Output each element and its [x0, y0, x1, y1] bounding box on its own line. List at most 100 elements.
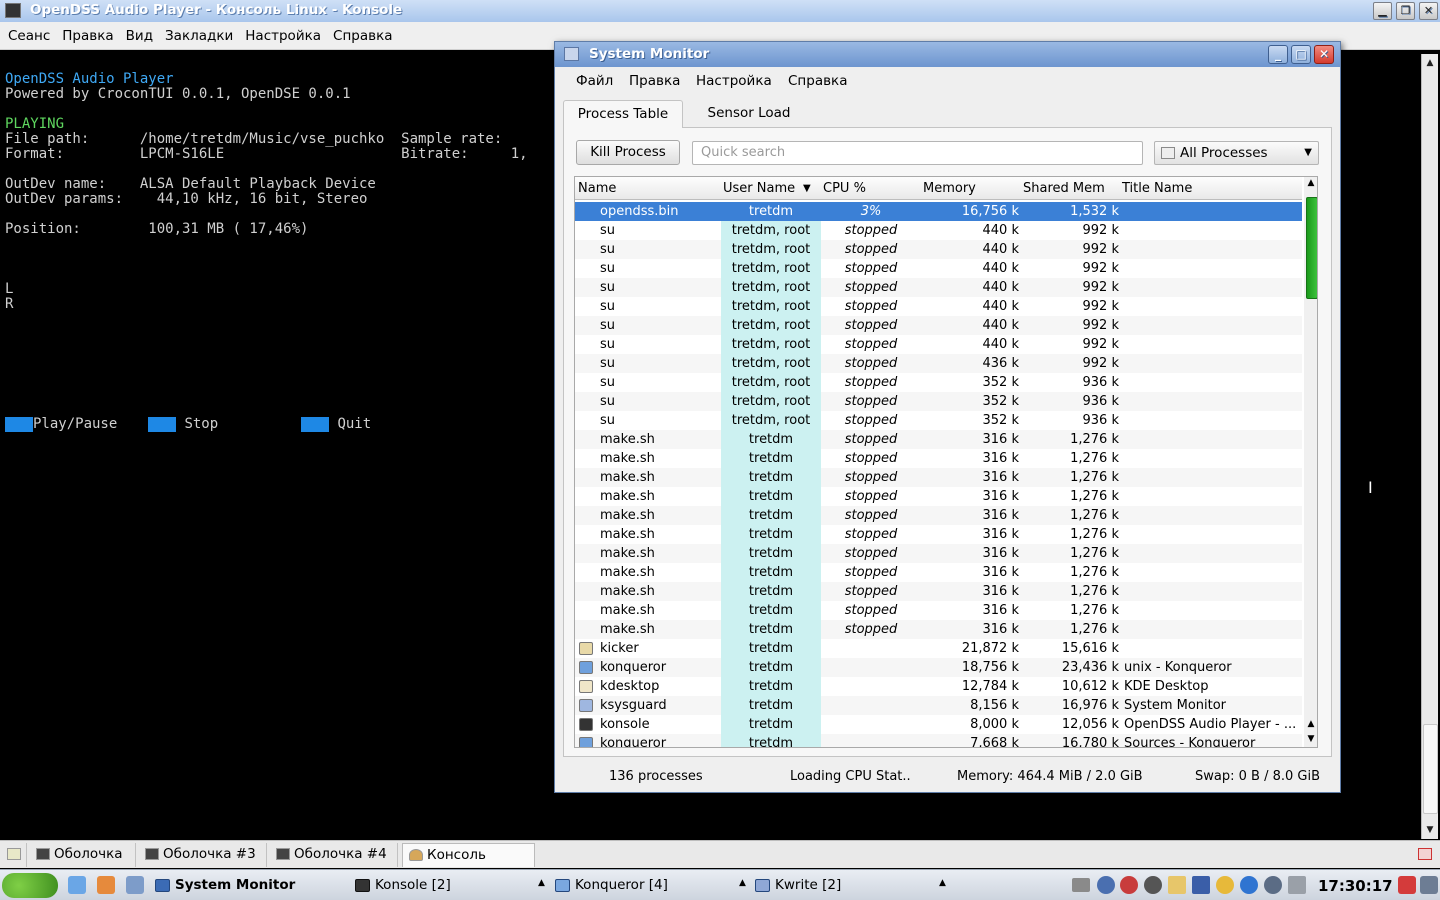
table-row[interactable]: make.sh tretdm stopped 316 k 1,276 k: [575, 449, 1302, 468]
table-row[interactable]: make.sh tretdm stopped 316 k 1,276 k: [575, 563, 1302, 582]
logout-icon[interactable]: [1398, 876, 1416, 894]
menu-help[interactable]: Справка: [327, 22, 398, 50]
cell-name: su: [600, 299, 616, 314]
tab-shell-1[interactable]: Оболочка: [30, 843, 136, 867]
table-row[interactable]: su tretdm, root stopped 440 k 992 k: [575, 278, 1302, 297]
table-row[interactable]: kdesktop tretdm 12,784 k 10,612 k KDE Deskto…: [575, 677, 1302, 696]
notes-icon[interactable]: [1168, 876, 1186, 894]
browser-icon[interactable]: [126, 876, 144, 894]
menu-help[interactable]: Справка: [788, 73, 847, 89]
table-row[interactable]: su tretdm, root stopped 352 k 936 k: [575, 411, 1302, 430]
process-filter-select[interactable]: All Processes ▼: [1154, 141, 1319, 165]
cell-memory: 440 k: [982, 242, 1019, 257]
menu-bookmarks[interactable]: Закладки: [159, 22, 239, 50]
col-shared[interactable]: Shared Mem: [1023, 177, 1105, 201]
table-row[interactable]: konsole tretdm 8,000 k 12,056 k OpenDSS Audi…: [575, 715, 1302, 734]
clock[interactable]: 17:30:17: [1318, 877, 1393, 895]
menu-edit[interactable]: Правка: [629, 73, 680, 89]
table-row[interactable]: su tretdm, root stopped 440 k 992 k: [575, 335, 1302, 354]
scroll-down-arrow-icon[interactable]: ▼: [1422, 823, 1438, 837]
table-row[interactable]: konqueror tretdm 7,668 k 16,780 k Sources - …: [575, 734, 1302, 747]
scroll-up-arrow-icon[interactable]: ▲: [1422, 56, 1438, 70]
kget-icon[interactable]: [1216, 876, 1234, 894]
network-icon[interactable]: [1144, 876, 1162, 894]
task-konqueror[interactable]: Konqueror [4]: [555, 873, 668, 898]
new-session-button[interactable]: [3, 843, 27, 867]
keyboard-layout-icon[interactable]: [1072, 878, 1090, 892]
maximize-button[interactable]: ❐: [1396, 2, 1415, 20]
table-row[interactable]: su tretdm, root stopped 440 k 992 k: [575, 221, 1302, 240]
tab-process-table[interactable]: Process Table: [563, 100, 683, 128]
table-row[interactable]: make.sh tretdm stopped 316 k 1,276 k: [575, 430, 1302, 449]
table-row[interactable]: konqueror tretdm 18,756 k 23,436 k unix - Ko…: [575, 658, 1302, 677]
close-button[interactable]: ✕: [1419, 2, 1438, 20]
cell-shared-mem: 1,276 k: [1070, 432, 1119, 447]
terminal-scrollbar[interactable]: ▲ ▼: [1421, 54, 1438, 839]
group-arrow-icon[interactable]: ▲: [939, 878, 946, 888]
table-row[interactable]: ksysguard tretdm 8,156 k 16,976 k System Mon…: [575, 696, 1302, 715]
col-title[interactable]: Title Name: [1122, 177, 1192, 201]
klipper-icon[interactable]: [1120, 876, 1138, 894]
table-row[interactable]: su tretdm, root stopped 440 k 992 k: [575, 297, 1302, 316]
table-row[interactable]: make.sh tretdm stopped 316 k 1,276 k: [575, 544, 1302, 563]
group-arrow-icon[interactable]: ▲: [538, 878, 545, 888]
close-button[interactable]: ✕: [1314, 45, 1334, 64]
task-konsole[interactable]: Konsole [2]: [355, 873, 451, 898]
table-row[interactable]: make.sh tretdm stopped 316 k 1,276 k: [575, 525, 1302, 544]
table-row[interactable]: kicker tretdm 21,872 k 15,616 k: [575, 639, 1302, 658]
quick-search-input[interactable]: Quick search: [692, 141, 1143, 165]
col-name[interactable]: Name: [578, 177, 616, 201]
table-row[interactable]: make.sh tretdm stopped 316 k 1,276 k: [575, 506, 1302, 525]
help-icon[interactable]: [1240, 876, 1258, 894]
table-row[interactable]: su tretdm, root stopped 352 k 936 k: [575, 392, 1302, 411]
scrollbar-thumb[interactable]: [1423, 724, 1438, 814]
tab-shell-3[interactable]: Оболочка #3: [139, 843, 267, 867]
table-row[interactable]: make.sh tretdm stopped 316 k 1,276 k: [575, 468, 1302, 487]
menu-settings[interactable]: Настройка: [696, 73, 772, 89]
scroll-up-arrow-icon[interactable]: ▲: [1305, 719, 1317, 729]
col-memory[interactable]: Memory: [923, 177, 976, 201]
lock-icon[interactable]: [1420, 876, 1438, 894]
tools-icon[interactable]: [1288, 876, 1306, 894]
table-row[interactable]: make.sh tretdm stopped 316 k 1,276 k: [575, 487, 1302, 506]
task-system-monitor[interactable]: System Monitor: [155, 873, 295, 898]
cell-shared-mem: 992 k: [1082, 280, 1119, 295]
col-user[interactable]: User Name: [723, 177, 795, 201]
table-row[interactable]: make.sh tretdm stopped 316 k 1,276 k: [575, 582, 1302, 601]
table-row[interactable]: su tretdm, root stopped 436 k 992 k: [575, 354, 1302, 373]
scrollbar-thumb[interactable]: [1306, 197, 1317, 299]
cell-user: tretdm: [721, 658, 821, 677]
tab-linux-console[interactable]: Консоль Linux: [402, 843, 535, 885]
menu-settings[interactable]: Настройка: [239, 22, 327, 50]
minimize-button[interactable]: _: [1268, 45, 1288, 64]
volume-icon[interactable]: [1097, 876, 1115, 894]
kill-process-button[interactable]: Kill Process: [576, 140, 680, 165]
group-arrow-icon[interactable]: ▲: [739, 878, 746, 888]
table-row[interactable]: make.sh tretdm stopped 316 k 1,276 k: [575, 601, 1302, 620]
minimize-button[interactable]: ▁: [1373, 2, 1392, 20]
table-row[interactable]: su tretdm, root stopped 440 k 992 k: [575, 240, 1302, 259]
table-row[interactable]: make.sh tretdm stopped 316 k 1,276 k: [575, 620, 1302, 639]
table-scrollbar[interactable]: ▲ ▲ ▼: [1304, 177, 1317, 747]
table-row[interactable]: su tretdm, root stopped 440 k 992 k: [575, 259, 1302, 278]
scroll-down-arrow-icon[interactable]: ▼: [1305, 734, 1317, 744]
tab-sensor-load[interactable]: Sensor Load: [689, 100, 809, 128]
desktop-icon[interactable]: [68, 876, 86, 894]
tab-shell-4[interactable]: Оболочка #4: [270, 843, 398, 867]
menu-edit[interactable]: Правка: [56, 22, 119, 50]
table-row[interactable]: su tretdm, root stopped 440 k 992 k: [575, 316, 1302, 335]
table-row[interactable]: su tretdm, root stopped 352 k 936 k: [575, 373, 1302, 392]
close-session-button[interactable]: [1415, 843, 1437, 867]
menu-session[interactable]: Сеанс: [2, 22, 56, 50]
col-cpu[interactable]: CPU %: [823, 177, 866, 201]
table-row[interactable]: opendss.bin tretdm 3% 16,756 k 1,532 k: [575, 202, 1302, 221]
task-kwrite[interactable]: Kwrite [2]: [755, 873, 841, 898]
kde-icon[interactable]: [1264, 876, 1282, 894]
maximize-button[interactable]: □: [1291, 45, 1311, 64]
scroll-up-arrow-icon[interactable]: ▲: [1305, 178, 1317, 188]
menu-view[interactable]: Вид: [120, 22, 159, 50]
home-icon[interactable]: [97, 876, 115, 894]
display-icon[interactable]: [1192, 876, 1210, 894]
menu-file[interactable]: Файл: [576, 73, 613, 89]
kmenu-button[interactable]: [2, 873, 58, 898]
